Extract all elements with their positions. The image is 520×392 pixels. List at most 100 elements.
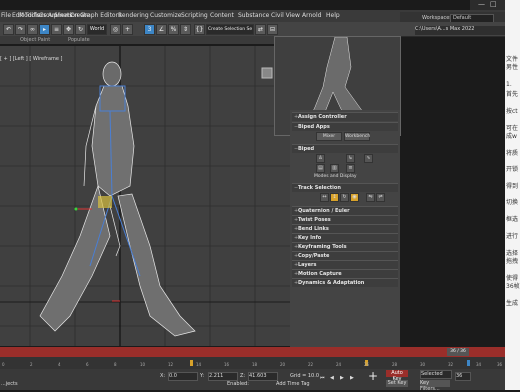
menu-modifiers[interactable]: Modifiers <box>19 12 46 19</box>
selection-set-dropdown[interactable]: Create Selection Se <box>206 24 254 35</box>
side-line: 男性 <box>506 64 519 71</box>
mixer-button[interactable]: Mixer <box>316 132 342 141</box>
snap-icon[interactable]: 3 <box>144 24 155 35</box>
angle-snap-icon[interactable]: ∠ <box>156 24 167 35</box>
pivot-icon[interactable]: ◎ <box>110 24 121 35</box>
play-icon[interactable]: ▶ <box>340 375 344 381</box>
x-label: X: <box>160 373 166 379</box>
current-frame-marker[interactable] <box>467 360 470 366</box>
key-filters-button[interactable]: Key Filters... <box>420 380 450 392</box>
populate-tab[interactable]: Populate <box>68 37 90 43</box>
next-frame-icon[interactable]: ▶ <box>350 375 354 381</box>
rollout-bend-links[interactable]: + Bend Links <box>292 224 398 233</box>
add-time-tag[interactable]: Add Time Tag <box>276 381 310 387</box>
align-icon[interactable]: ⊟ <box>267 24 278 35</box>
spinner-snap-icon[interactable]: ⇕ <box>180 24 191 35</box>
save-file-icon[interactable]: ▥ <box>330 164 339 173</box>
rollout-copy-paste[interactable]: + Copy/Paste <box>292 251 398 260</box>
current-frame-field[interactable]: 36 <box>455 372 471 381</box>
lock-cog-icon[interactable]: ◉ <box>350 193 359 202</box>
project-path[interactable]: C:\Users\A...s Max 2022 <box>415 26 505 35</box>
menu-rendering[interactable]: Rendering <box>118 12 149 19</box>
y-field[interactable]: 2.211 <box>208 372 238 381</box>
viewcube-icon <box>261 67 273 79</box>
rollout-quaternion-euler[interactable]: + Quaternion / Euler <box>292 206 398 215</box>
viewport-label[interactable]: [ + ] [Left ] [ Wireframe ] <box>0 56 63 62</box>
menu-file[interactable]: File <box>1 12 11 19</box>
edit-named-sel-icon[interactable]: {} <box>194 24 205 35</box>
select-name-icon[interactable]: ≡ <box>51 24 62 35</box>
load-file-icon[interactable]: ▤ <box>316 164 325 173</box>
frame-label: 8 <box>114 362 117 367</box>
footstep-mode-icon[interactable]: ↳ <box>346 154 355 163</box>
menu-animation[interactable]: Animation <box>48 12 79 19</box>
key-set-dropdown[interactable]: Selected <box>420 370 452 379</box>
move-icon[interactable]: ✥ <box>63 24 74 35</box>
reference-dropdown[interactable]: World <box>87 24 107 35</box>
minimize-icon[interactable]: — <box>478 0 485 8</box>
figure-mode-icon[interactable]: ♙ <box>316 154 325 163</box>
menu-scripting[interactable]: Scripting <box>181 12 208 19</box>
layers-icon[interactable]: ≡ <box>346 164 355 173</box>
menu-graph-editors[interactable]: Graph Editors <box>80 12 121 19</box>
left-viewport[interactable] <box>0 46 290 346</box>
rollout-keyframing-tools[interactable]: + Keyframing Tools <box>292 242 398 251</box>
opposite-icon[interactable]: ⇌ <box>376 193 385 202</box>
object-paint-tab[interactable]: Object Paint <box>20 37 50 43</box>
frame-label: 22 <box>308 362 314 367</box>
symmetrical-icon[interactable]: ⇋ <box>366 193 375 202</box>
rollout-biped[interactable]: − Biped <box>292 144 398 153</box>
selection-status: ...jects <box>1 381 18 387</box>
side-line: 1. <box>506 81 512 88</box>
auto-key-button[interactable]: Auto Key <box>386 370 408 382</box>
grid-status: Grid = 10.0 <box>290 373 319 379</box>
rollout-dynamics-adaptation[interactable]: + Dynamics & Adaptation <box>292 278 398 287</box>
x-field[interactable]: 0.0 <box>168 372 198 381</box>
rollout-motion-capture[interactable]: + Motion Capture <box>292 269 398 278</box>
side-line: 首先 <box>506 91 519 98</box>
prev-frame-icon[interactable]: ◀ <box>330 375 334 381</box>
side-line: 框选 <box>506 216 519 223</box>
select-icon[interactable]: ▸ <box>39 24 50 35</box>
menu-content[interactable]: Content <box>210 12 234 19</box>
rollout-biped-apps[interactable]: − Biped Apps <box>292 122 398 131</box>
rotate-icon[interactable]: ↻ <box>75 24 86 35</box>
body-horizontal-icon[interactable]: ↔ <box>320 193 329 202</box>
side-document: 文件 男性 1. 首先 按ct 可在 成w 将质 开锁 得到 切换 框选 进行 … <box>505 0 520 390</box>
playback-controls: ⏮ ◀ ▶ ▶ <box>320 375 390 385</box>
modes-display-label[interactable]: Modes and Display <box>314 174 357 179</box>
body-vertical-icon[interactable]: ↕ <box>330 193 339 202</box>
menu-substance[interactable]: Substance <box>238 12 269 19</box>
rollout-track-selection[interactable]: − Track Selection <box>292 183 398 192</box>
command-panel: + Assign Controller − Biped Apps Mixer Wor… <box>290 110 400 365</box>
keyframe-marker[interactable] <box>190 360 193 366</box>
menu-help[interactable]: Help <box>326 12 340 19</box>
rollout-layers[interactable]: + Layers <box>292 260 398 269</box>
menu-civil-view[interactable]: Civil View <box>271 12 300 19</box>
select-manip-icon[interactable]: + <box>122 24 133 35</box>
workbench-button[interactable]: Workbench <box>344 132 370 141</box>
menu-arnold[interactable]: Arnold <box>302 12 321 19</box>
undo-icon[interactable]: ↶ <box>3 24 14 35</box>
mirror-icon[interactable]: ⇄ <box>255 24 266 35</box>
track-bar[interactable]: 0 2 4 6 8 10 12 14 16 18 20 22 24 26 28 … <box>0 357 505 369</box>
maximize-icon[interactable]: □ <box>490 0 497 8</box>
time-slider-handle[interactable]: 36 / 36 <box>447 348 469 356</box>
redo-icon[interactable]: ↷ <box>15 24 26 35</box>
time-slider-track[interactable] <box>0 347 505 357</box>
link-icon[interactable]: ∞ <box>27 24 38 35</box>
rollout-key-info[interactable]: + Key Info <box>292 233 398 242</box>
z-field[interactable]: 41.603 <box>248 372 278 381</box>
goto-start-icon[interactable]: ⏮ <box>320 375 325 381</box>
frame-label: 36 <box>497 362 503 367</box>
side-line: 生成 <box>506 300 519 307</box>
body-rotation-icon[interactable]: ↻ <box>340 193 349 202</box>
rollout-assign-controller[interactable]: + Assign Controller <box>292 112 398 121</box>
menu-customize[interactable]: Customize <box>150 12 182 19</box>
percent-snap-icon[interactable]: % <box>168 24 179 35</box>
rollout-twist-poses[interactable]: + Twist Poses <box>292 215 398 224</box>
motion-flow-icon[interactable]: ∿ <box>364 154 373 163</box>
frame-label: 26 <box>364 362 370 367</box>
set-key-button[interactable]: Set Key <box>386 380 408 387</box>
frame-label: 14 <box>196 362 202 367</box>
